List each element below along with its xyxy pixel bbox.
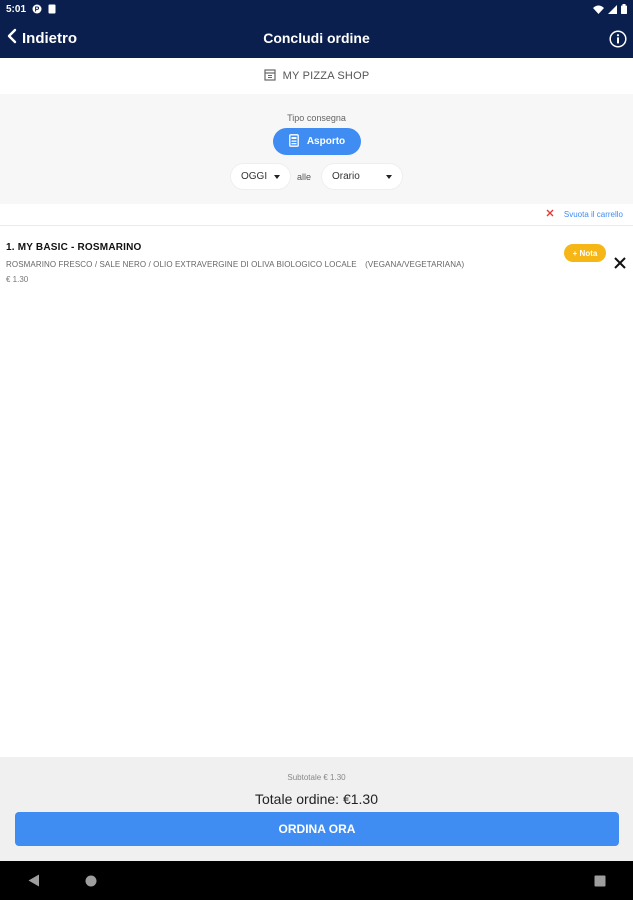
status-time: 5:01	[6, 3, 27, 15]
delivery-type-label: Tipo consegna	[287, 113, 346, 123]
time-separator-label: alle	[297, 172, 312, 182]
caret-down-icon	[274, 174, 280, 179]
sim-icon	[48, 4, 56, 14]
bag-icon	[288, 133, 299, 150]
order-footer: Subtotale € 1.30 Totale ordine: €1.30 OR…	[0, 757, 633, 861]
close-icon	[546, 209, 554, 219]
page-title: Concludi ordine	[263, 30, 370, 46]
empty-cart-label: Svuota il carrello	[563, 209, 623, 219]
subtotal: Subtotale € 1.30	[287, 773, 346, 782]
info-button[interactable]	[609, 30, 627, 48]
cart-item-ingredients: ROSMARINO FRESCO / SALE NERO / OLIO EXTR…	[6, 260, 357, 269]
status-bar: 5:01 P	[0, 0, 633, 18]
asporto-button[interactable]: Asporto	[273, 128, 361, 155]
add-note-button[interactable]: + Nota	[564, 244, 606, 262]
info-icon	[609, 30, 627, 52]
order-now-button[interactable]: ORDINA ORA	[15, 812, 619, 846]
shop-name: MY PIZZA SHOP	[282, 70, 370, 82]
empty-cart-button[interactable]: Svuota il carrello	[546, 209, 623, 219]
svg-text:P: P	[35, 7, 40, 14]
close-icon	[613, 257, 627, 274]
order-total: Totale ordine: €1.30	[255, 791, 378, 807]
store-icon	[264, 68, 276, 84]
signal-icon	[608, 4, 617, 14]
remove-item-button[interactable]	[613, 256, 627, 270]
chevron-left-icon	[6, 28, 18, 48]
home-nav-icon[interactable]	[85, 874, 97, 892]
caret-down-icon	[386, 174, 392, 179]
recents-nav-icon[interactable]	[594, 874, 606, 892]
back-nav-icon[interactable]	[28, 874, 40, 892]
back-button[interactable]: Indietro	[6, 18, 77, 58]
cart-item-price: € 1.30	[6, 275, 29, 284]
asporto-label: Asporto	[306, 136, 346, 147]
cart-actions-row: Svuota il carrello	[0, 204, 633, 226]
time-select-value: Orario	[332, 171, 360, 182]
wifi-icon	[593, 5, 604, 14]
cart-item-title: 1. MY BASIC - ROSMARINO	[6, 242, 142, 253]
cart-item: 1. MY BASIC - ROSMARINO ROSMARINO FRESCO…	[0, 226, 633, 296]
battery-icon	[621, 4, 627, 14]
day-select[interactable]: OGGI	[230, 163, 291, 190]
back-label: Indietro	[22, 29, 77, 47]
cart-item-description: ROSMARINO FRESCO / SALE NERO / OLIO EXTR…	[6, 260, 464, 269]
app-notification-icon: P	[32, 4, 42, 14]
delivery-section: Tipo consegna Asporto OGGI alle Orario	[0, 94, 633, 204]
time-select[interactable]: Orario	[321, 163, 403, 190]
header: Indietro Concludi ordine	[0, 18, 633, 58]
shop-name-row: MY PIZZA SHOP	[0, 58, 633, 94]
day-select-value: OGGI	[241, 171, 268, 182]
cart-item-tag: (VEGANA/VEGETARIANA)	[365, 260, 465, 269]
system-navigation-bar	[0, 861, 633, 900]
